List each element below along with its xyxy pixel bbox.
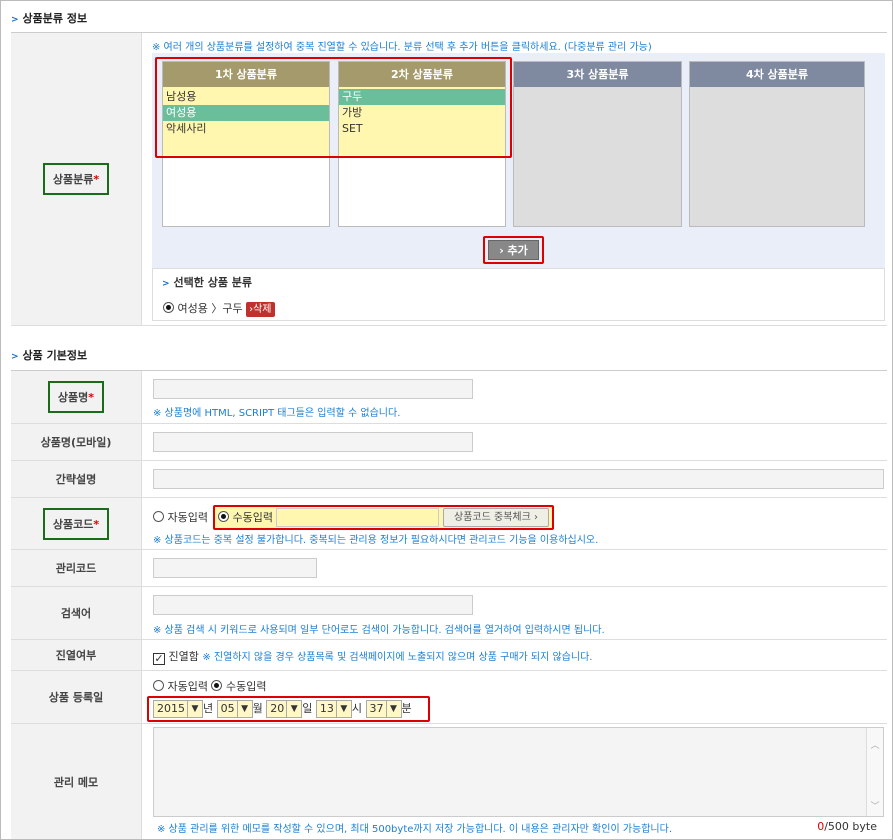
display-check-label: 진열함 xyxy=(168,650,199,663)
selected-category-item: 여성용 〉구두 ›삭제 xyxy=(163,300,275,317)
code-auto-radio[interactable] xyxy=(153,511,164,522)
search-keyword-note: ※ 상품 검색 시 키워드로 사용되며 일부 단어로도 검색이 가능합니다. 검… xyxy=(153,625,605,636)
day-select[interactable]: 20 ▼ xyxy=(266,700,303,718)
summary-input[interactable] xyxy=(153,469,884,489)
mobile-name-input[interactable] xyxy=(153,432,473,452)
code-manual-radio[interactable] xyxy=(218,511,229,522)
manage-code-input[interactable] xyxy=(153,558,317,578)
delete-category-button[interactable]: ›삭제 xyxy=(246,302,275,317)
section-title-basic-info: > 상품 기본정보 xyxy=(11,349,88,362)
display-note: ※ 진열하지 않을 경우 상품목록 및 검색페이지에 노출되지 않으며 상품 구… xyxy=(202,652,593,663)
product-name-label: 상품명* xyxy=(47,381,105,413)
chevron-down-icon: ▼ xyxy=(286,701,302,717)
product-code-label: 상품코드* xyxy=(42,507,110,540)
memo-scrollbar[interactable]: ︿ ﹀ xyxy=(866,728,883,816)
mobile-name-row: 상품명(모바일) xyxy=(11,424,887,461)
minute-select[interactable]: 37 ▼ xyxy=(365,700,402,718)
selected-category-radio[interactable] xyxy=(163,302,174,313)
search-keyword-label: 검색어 xyxy=(11,587,142,639)
category-list-4[interactable]: 4차 상품분류 xyxy=(689,61,865,227)
display-row: 진열여부 ✓ 진열함 ※ 진열하지 않을 경우 상품목록 및 검색페이지에 노출… xyxy=(11,640,887,671)
manage-code-row: 관리코드 xyxy=(11,550,887,587)
chevron-right-icon: > xyxy=(11,352,19,362)
chevron-down-icon: ▼ xyxy=(385,701,401,717)
memo-row: 관리 메모 ︿ ﹀ ※ 상품 관리를 위한 메모를 작성할 수 있으며, 최대 … xyxy=(11,724,887,839)
hour-select[interactable]: 13 ▼ xyxy=(315,700,352,718)
product-code-input[interactable] xyxy=(276,508,439,527)
add-category-button[interactable]: › 추가 xyxy=(488,240,539,260)
search-keyword-input[interactable] xyxy=(153,595,473,615)
category-label: 상품분류* xyxy=(42,163,110,195)
display-checkbox[interactable]: ✓ xyxy=(153,653,165,665)
regdate-label: 상품 등록일 xyxy=(11,671,142,723)
selected-category-box: > 선택한 상품 분류 여성용 〉구두 ›삭제 xyxy=(152,268,885,321)
manage-code-label: 관리코드 xyxy=(11,550,142,586)
category-row: 상품분류* ※ 여러 개의 상품분류를 설정하여 중복 진열할 수 있습니다. … xyxy=(11,33,887,326)
code-manual-option[interactable]: 수동입력 xyxy=(218,509,273,525)
memo-textarea[interactable]: ︿ ﹀ xyxy=(153,727,884,817)
code-check-button[interactable]: 상품코드 중복체크 › xyxy=(443,508,549,527)
chevron-right-icon: > xyxy=(11,15,19,25)
summary-label: 간략설명 xyxy=(11,461,142,497)
regdate-row: 상품 등록일 자동입력 수동입력 2015 ▼ 년 05 ▼ 월 20 ▼ 일 13 ▼ 시 3… xyxy=(11,671,887,724)
search-keyword-row: 검색어 ※ 상품 검색 시 키워드로 사용되며 일부 단어로도 검색이 가능합니… xyxy=(11,587,887,640)
section-title-category: > 상품분류 정보 xyxy=(11,12,88,25)
category-header-4: 4차 상품분류 xyxy=(690,62,864,87)
regdate-manual-radio[interactable] xyxy=(211,680,223,691)
display-label: 진열여부 xyxy=(11,640,142,670)
memo-label: 관리 메모 xyxy=(11,724,142,839)
memo-byte-counter: 0/500 byte xyxy=(817,820,877,833)
product-code-note: ※ 상품코드는 중복 설정 불가합니다. 중복되는 관리용 정보가 필요하시다면… xyxy=(153,535,599,546)
chevron-down-icon: ▼ xyxy=(187,701,202,717)
scroll-down-icon[interactable]: ﹀ xyxy=(867,799,883,812)
category-note: ※ 여러 개의 상품분류를 설정하여 중복 진열할 수 있습니다. 분류 선택 … xyxy=(152,42,652,53)
chevron-right-icon: > xyxy=(162,279,170,289)
selected-category-title: > 선택한 상품 분류 xyxy=(162,276,253,289)
product-name-input[interactable] xyxy=(153,379,473,399)
mobile-name-label: 상품명(모바일) xyxy=(11,424,142,460)
category-header-3: 3차 상품분류 xyxy=(514,62,681,87)
scroll-up-icon[interactable]: ︿ xyxy=(867,738,883,751)
summary-row: 간략설명 xyxy=(11,461,887,498)
memo-note: ※ 상품 관리를 위한 메모를 작성할 수 있으며, 최대 500byte까지 … xyxy=(157,824,673,835)
product-code-row: 상품코드* 자동입력 수동입력 상품코드 중복체크 › ※ 상품코드는 중복 설… xyxy=(11,498,887,550)
highlight-box xyxy=(155,57,512,158)
chevron-down-icon: ▼ xyxy=(335,701,351,717)
product-name-row: 상품명* ※ 상품명에 HTML, SCRIPT 태그들은 입력할 수 없습니다… xyxy=(11,371,887,424)
page-frame: > 상품분류 정보 상품분류* ※ 여러 개의 상품분류를 설정하여 중복 진열할… xyxy=(0,0,893,840)
chevron-down-icon: ▼ xyxy=(236,701,252,717)
category-list-3[interactable]: 3차 상품분류 xyxy=(513,61,682,227)
product-name-note: ※ 상품명에 HTML, SCRIPT 태그들은 입력할 수 없습니다. xyxy=(153,408,401,419)
code-auto-option[interactable]: 자동입력 xyxy=(153,509,208,525)
regdate-auto-radio[interactable] xyxy=(153,680,164,691)
category-picker-area: 1차 상품분류 남성용 여성용 악세사리 2차 상품분류 구두 가방 SET 3… xyxy=(152,53,885,268)
year-select[interactable]: 2015 ▼ xyxy=(153,700,203,718)
month-select[interactable]: 05 ▼ xyxy=(216,700,253,718)
